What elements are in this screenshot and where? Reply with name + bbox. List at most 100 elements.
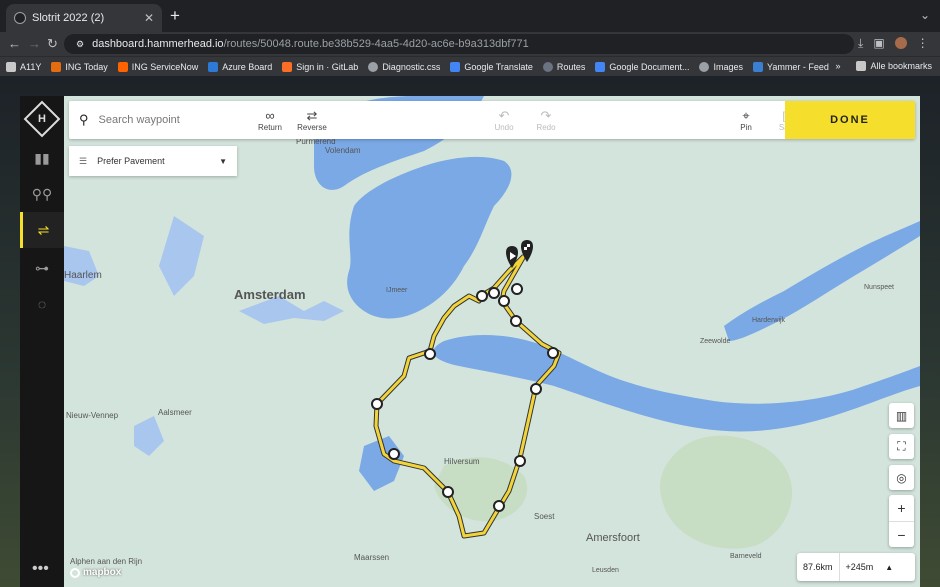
zoom-control: + −	[889, 495, 914, 547]
route-toolbar: ⚲ Search waypoint ∞ Return ⇄ Reverse ↶ Undo…	[69, 101, 915, 139]
redo-icon: ↷	[540, 108, 552, 123]
map-label-ijmeer: IJmeer	[386, 287, 408, 294]
routing-preference-select[interactable]: ☰ Prefer Pavement ▼	[69, 146, 237, 176]
mapbox-icon	[70, 567, 80, 578]
bookmark-diagnostic-css[interactable]: Diagnostic.css	[368, 61, 440, 72]
gitlab-icon	[282, 61, 293, 72]
map-label-harderwijk: Harderwijk	[752, 317, 786, 324]
return-button[interactable]: ∞ Return	[249, 101, 291, 139]
bookmark-google-docs[interactable]: Google Document...	[595, 61, 689, 72]
route-waypoint[interactable]	[371, 398, 383, 410]
globe-icon	[368, 61, 379, 72]
map-label-nieuw-vennep: Nieuw-Vennep	[66, 411, 119, 420]
back-arrow-icon[interactable]: ←	[8, 36, 21, 51]
route-stats[interactable]: 87.6km +245m ▲	[797, 553, 915, 581]
route-waypoint[interactable]	[424, 348, 436, 360]
map-label-haarlem: Haarlem	[64, 270, 102, 281]
tab-close-icon[interactable]: ✕	[144, 11, 154, 25]
filter-lines-icon: ☰	[79, 155, 88, 166]
site-info-icon[interactable]: ⚙	[76, 39, 84, 50]
hammerhead-icon	[542, 61, 553, 72]
bookmark-azure-board[interactable]: Azure Board	[208, 61, 272, 72]
route-elevation: +245m	[845, 562, 874, 572]
map-label-volendam: Volendam	[325, 146, 361, 155]
browser-tab[interactable]: Slotrit 2022 (2) ✕	[6, 4, 162, 32]
locate-me-button[interactable]: ◎	[889, 465, 914, 490]
search-input[interactable]: Search waypoint	[99, 114, 180, 126]
all-bookmarks-folder[interactable]: » Alle bookmarks	[835, 61, 932, 71]
sidebar-item-stats[interactable]: ▮▮	[20, 140, 64, 176]
fit-bounds-icon: ⛶	[897, 439, 906, 453]
route-waypoint[interactable]	[514, 455, 526, 467]
zoom-out-button[interactable]: −	[889, 521, 914, 547]
fit-route-button[interactable]: ⛶	[889, 434, 914, 459]
profile-avatar[interactable]	[894, 37, 907, 49]
bookmark-gitlab[interactable]: Sign in · GitLab	[282, 61, 358, 72]
route-waypoint[interactable]	[510, 315, 522, 327]
hammerhead-logo[interactable]: H	[23, 100, 61, 138]
sidebar-item-workouts[interactable]: ⊶	[20, 250, 64, 286]
map-label-maarssen: Maarssen	[354, 553, 389, 562]
yammer-icon	[752, 61, 763, 72]
redo-button[interactable]: ↷ Redo	[525, 101, 567, 139]
route-waypoint[interactable]	[442, 486, 454, 498]
route-waypoint[interactable]	[476, 290, 488, 302]
swap-arrows-icon: ⇄	[306, 108, 318, 123]
bookmark-routes[interactable]: Routes	[542, 61, 585, 72]
map-label-amersfoort: Amersfoort	[586, 532, 640, 544]
pin-button[interactable]: ⌖ Pin	[725, 101, 767, 139]
browser-tab-strip: Slotrit 2022 (2) ✕ + ⌄	[0, 0, 940, 32]
app-sidebar: H ▮▮ ⚲⚲ ⇌ ⊶ ◌ •••	[20, 96, 64, 587]
bar-chart-icon: ▮▮	[34, 149, 50, 166]
more-bookmarks-chevron-icon[interactable]: »	[835, 61, 840, 71]
tab-search-chevron-icon[interactable]: ⌄	[920, 8, 930, 22]
route-waypoint[interactable]	[530, 383, 542, 395]
route-waypoint[interactable]	[511, 283, 523, 295]
bookmark-ing-servicenow[interactable]: ING ServiceNow	[117, 61, 198, 72]
stats-expand-caret-icon[interactable]: ▲	[879, 563, 899, 572]
forward-arrow-icon[interactable]: →	[28, 36, 41, 51]
hammerhead-favicon-icon	[14, 12, 26, 24]
loop-icon: ∞	[265, 108, 275, 123]
sidebar-item-activity[interactable]: ◌	[20, 286, 64, 322]
side-panel-icon[interactable]: ▣	[873, 36, 884, 51]
zoom-in-button[interactable]: +	[889, 495, 914, 521]
map-style-button[interactable]: ▥	[889, 403, 914, 428]
done-button[interactable]: DONE	[785, 101, 915, 139]
route-waypoint[interactable]	[388, 448, 400, 460]
folder-icon	[856, 61, 867, 71]
waypoint-search[interactable]: ⚲ Search waypoint	[69, 112, 249, 128]
reverse-button[interactable]: ⇄ Reverse	[291, 101, 333, 139]
bicycle-icon: ⚲⚲	[31, 185, 53, 202]
ing-icon	[117, 61, 128, 72]
bookmark-google-translate[interactable]: Google Translate	[450, 61, 533, 72]
bookmark-ing-today[interactable]: ING Today	[51, 61, 108, 72]
sidebar-item-routes[interactable]: ⇌	[20, 212, 64, 248]
mapbox-attribution-logo[interactable]: mapbox	[70, 567, 121, 578]
map-label-soest: Soest	[534, 512, 555, 521]
reload-icon[interactable]: ↻	[47, 36, 58, 52]
pin-icon: ⌖	[742, 108, 750, 123]
route-waypoint[interactable]	[547, 347, 559, 359]
more-dots-icon[interactable]: •••	[32, 560, 49, 578]
browser-menu-icon[interactable]: ⋮	[917, 36, 929, 51]
map-label-amsterdam: Amsterdam	[234, 287, 306, 302]
bookmark-images[interactable]: Images	[699, 61, 743, 72]
map-label-alphen: Alphen aan den Rijn	[70, 557, 142, 566]
new-tab-button[interactable]: +	[170, 6, 180, 26]
download-icon[interactable]: ⤓	[858, 36, 863, 51]
route-waypoint[interactable]	[493, 500, 505, 512]
route-waypoint[interactable]	[488, 287, 500, 299]
map-label-hilversum: Hilversum	[444, 457, 480, 466]
bookmark-a11y[interactable]: A11Y	[6, 61, 41, 72]
url-field[interactable]: ⚙ dashboard.hammerhead.io/routes/50048.r…	[64, 34, 854, 54]
bookmark-yammer[interactable]: Yammer - Feed	[752, 61, 829, 72]
url-host: dashboard.hammerhead.io	[92, 38, 224, 50]
sidebar-item-rides[interactable]: ⚲⚲	[20, 176, 64, 212]
route-waypoint[interactable]	[498, 295, 510, 307]
undo-button[interactable]: ↶ Undo	[483, 101, 525, 139]
folder-icon	[6, 61, 16, 72]
address-bar-row: ← → ↻ ⚙ dashboard.hammerhead.io/routes/5…	[0, 32, 940, 56]
map-label-leusden: Leusden	[592, 567, 619, 574]
crosshair-icon: ◎	[896, 470, 907, 485]
